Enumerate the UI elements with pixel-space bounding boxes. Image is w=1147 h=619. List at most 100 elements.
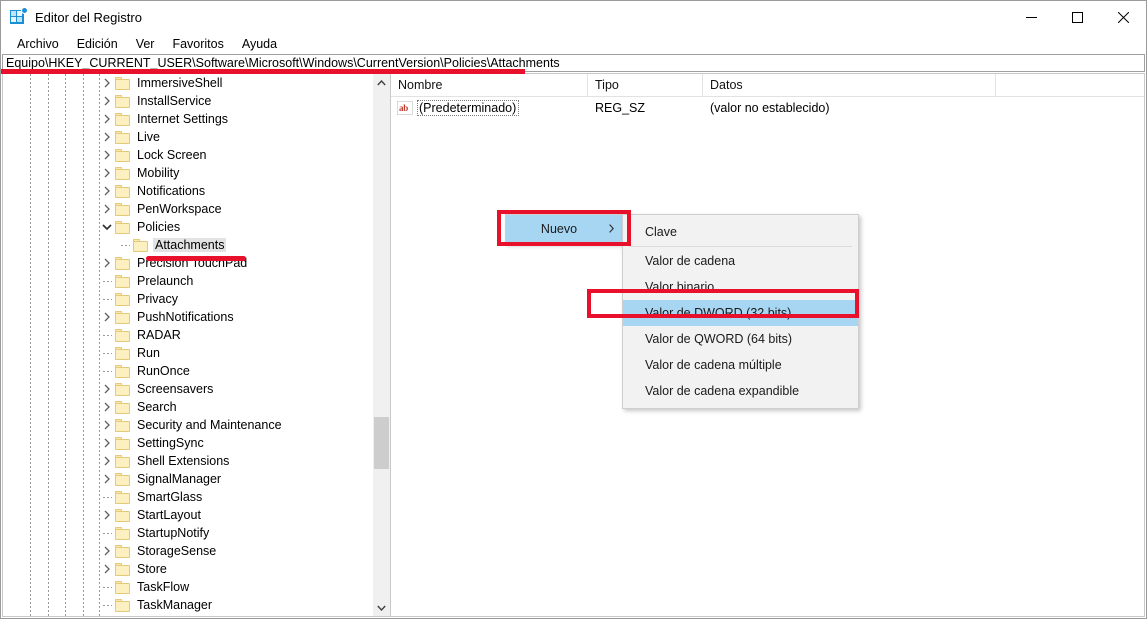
chevron-right-icon[interactable] bbox=[99, 92, 115, 110]
address-bar[interactable]: Equipo\HKEY_CURRENT_USER\Software\Micros… bbox=[2, 54, 1145, 72]
folder-icon bbox=[115, 202, 130, 216]
menu-ayuda[interactable]: Ayuda bbox=[233, 35, 286, 53]
tree-item-live[interactable]: Live bbox=[3, 128, 373, 146]
chevron-right-icon[interactable] bbox=[99, 254, 115, 272]
minimize-button[interactable] bbox=[1008, 1, 1054, 33]
menu-archivo[interactable]: Archivo bbox=[8, 35, 68, 53]
chevron-right-icon[interactable] bbox=[99, 182, 115, 200]
chevron-right-icon[interactable] bbox=[99, 434, 115, 452]
tree-item-storagesense[interactable]: StorageSense bbox=[3, 542, 373, 560]
folder-icon bbox=[115, 562, 130, 576]
tree-item-taskflow[interactable]: TaskFlow bbox=[3, 578, 373, 596]
column-header-datos[interactable]: Datos bbox=[703, 74, 996, 96]
context-menu-item-label: Valor de cadena bbox=[645, 254, 736, 268]
context-menu-item-nuevo-label: Nuevo bbox=[540, 222, 578, 236]
tree-item-label: Privacy bbox=[137, 292, 178, 306]
tree-item-security-and-maintenance[interactable]: Security and Maintenance bbox=[3, 416, 373, 434]
tree-item-radar[interactable]: RADAR bbox=[3, 326, 373, 344]
tree-stub bbox=[99, 524, 115, 542]
context-menu-item-valor-de-qword-64-bits-[interactable]: Valor de QWORD (64 bits) bbox=[623, 326, 858, 352]
folder-icon bbox=[115, 220, 130, 234]
chevron-right-icon[interactable] bbox=[99, 128, 115, 146]
tree-item-screensavers[interactable]: Screensavers bbox=[3, 380, 373, 398]
column-header-tipo[interactable]: Tipo bbox=[588, 74, 703, 96]
chevron-right-icon[interactable] bbox=[99, 416, 115, 434]
tree-item-smartglass[interactable]: SmartGlass bbox=[3, 488, 373, 506]
tree-item-policies[interactable]: Policies bbox=[3, 218, 373, 236]
registry-editor-icon bbox=[10, 7, 28, 25]
tree-item-installservice[interactable]: InstallService bbox=[3, 92, 373, 110]
tree-item-privacy[interactable]: Privacy bbox=[3, 290, 373, 308]
context-menu-item-nuevo[interactable]: Nuevo bbox=[506, 215, 624, 243]
chevron-right-icon[interactable] bbox=[99, 308, 115, 326]
chevron-right-icon[interactable] bbox=[99, 74, 115, 92]
tree-stub bbox=[99, 578, 115, 596]
tree-item-lock-screen[interactable]: Lock Screen bbox=[3, 146, 373, 164]
tree-item-prelaunch[interactable]: Prelaunch bbox=[3, 272, 373, 290]
tree-item-startlayout[interactable]: StartLayout bbox=[3, 506, 373, 524]
chevron-right-icon[interactable] bbox=[99, 398, 115, 416]
registry-tree[interactable]: ImmersiveShell InstallService Internet Set… bbox=[3, 74, 373, 616]
tree-item-label: Search bbox=[137, 400, 177, 414]
chevron-right-icon[interactable] bbox=[99, 200, 115, 218]
folder-icon bbox=[115, 436, 130, 450]
tree-item-startupnotify[interactable]: StartupNotify bbox=[3, 524, 373, 542]
tree-item-label: Notifications bbox=[137, 184, 206, 198]
table-row[interactable]: ab (Predeterminado) REG_SZ (valor no est… bbox=[391, 97, 1144, 119]
tree-item-run[interactable]: Run bbox=[3, 344, 373, 362]
tree-stub bbox=[99, 344, 115, 362]
chevron-right-icon[interactable] bbox=[99, 506, 115, 524]
tree-item-taskmanager[interactable]: TaskManager bbox=[3, 596, 373, 614]
tree-item-signalmanager[interactable]: SignalManager bbox=[3, 470, 373, 488]
chevron-right-icon[interactable] bbox=[99, 110, 115, 128]
tree-item-attachments[interactable]: Attachments bbox=[3, 236, 373, 254]
close-button[interactable] bbox=[1100, 1, 1146, 33]
tree-scrollbar[interactable] bbox=[372, 74, 390, 616]
tree-item-settingsync[interactable]: SettingSync bbox=[3, 434, 373, 452]
tree-item-store[interactable]: Store bbox=[3, 560, 373, 578]
chevron-right-icon[interactable] bbox=[99, 560, 115, 578]
context-menu-separator bbox=[629, 246, 852, 247]
chevron-down-icon[interactable] bbox=[99, 218, 115, 236]
folder-icon bbox=[115, 112, 130, 126]
context-menu-item-valor-de-dword-32-bits-[interactable]: Valor de DWORD (32 bits) bbox=[623, 300, 858, 326]
chevron-right-icon[interactable] bbox=[99, 452, 115, 470]
folder-icon bbox=[115, 256, 130, 270]
maximize-button[interactable] bbox=[1054, 1, 1100, 33]
menu-ver[interactable]: Ver bbox=[127, 35, 164, 53]
menu-edicion[interactable]: Edición bbox=[68, 35, 127, 53]
tree-item-notifications[interactable]: Notifications bbox=[3, 182, 373, 200]
tree-item-internet-settings[interactable]: Internet Settings bbox=[3, 110, 373, 128]
tree-item-label: Policies bbox=[137, 220, 181, 234]
title-bar: Editor del Registro bbox=[1, 1, 1146, 33]
scroll-down-icon[interactable] bbox=[373, 599, 390, 616]
tree-item-pushnotifications[interactable]: PushNotifications bbox=[3, 308, 373, 326]
tree-item-immersiveshell[interactable]: ImmersiveShell bbox=[3, 74, 373, 92]
tree-item-penworkspace[interactable]: PenWorkspace bbox=[3, 200, 373, 218]
chevron-right-icon[interactable] bbox=[99, 542, 115, 560]
column-header-nombre[interactable]: Nombre bbox=[391, 74, 588, 96]
context-menu-item-valor-binario[interactable]: Valor binario bbox=[623, 274, 858, 300]
tree-item-runonce[interactable]: RunOnce bbox=[3, 362, 373, 380]
context-menu-item-valor-de-cadena-expandible[interactable]: Valor de cadena expandible bbox=[623, 378, 858, 404]
values-header-row: Nombre Tipo Datos bbox=[391, 74, 1144, 97]
context-menu-item-valor-de-cadena-m-ltiple[interactable]: Valor de cadena múltiple bbox=[623, 352, 858, 378]
context-menu-item-valor-de-cadena[interactable]: Valor de cadena bbox=[623, 248, 858, 274]
tree-item-search[interactable]: Search bbox=[3, 398, 373, 416]
context-menu-submenu: Clave Valor de cadena Valor binario Valor d… bbox=[622, 214, 859, 409]
tree-item-shell-extensions[interactable]: Shell Extensions bbox=[3, 452, 373, 470]
tree-item-precision-touchpad[interactable]: Precision TouchPad bbox=[3, 254, 373, 272]
tree-item-mobility[interactable]: Mobility bbox=[3, 164, 373, 182]
tree-stub bbox=[99, 326, 115, 344]
tree-stub bbox=[117, 236, 133, 254]
chevron-right-icon[interactable] bbox=[99, 470, 115, 488]
chevron-right-icon[interactable] bbox=[99, 164, 115, 182]
scroll-up-icon[interactable] bbox=[373, 74, 390, 91]
value-type: REG_SZ bbox=[595, 101, 646, 115]
menu-favoritos[interactable]: Favoritos bbox=[163, 35, 232, 53]
scroll-thumb[interactable] bbox=[374, 417, 389, 469]
context-menu-item-clave[interactable]: Clave bbox=[623, 219, 858, 245]
value-name: (Predeterminado) bbox=[417, 100, 520, 116]
chevron-right-icon[interactable] bbox=[99, 380, 115, 398]
chevron-right-icon[interactable] bbox=[99, 146, 115, 164]
